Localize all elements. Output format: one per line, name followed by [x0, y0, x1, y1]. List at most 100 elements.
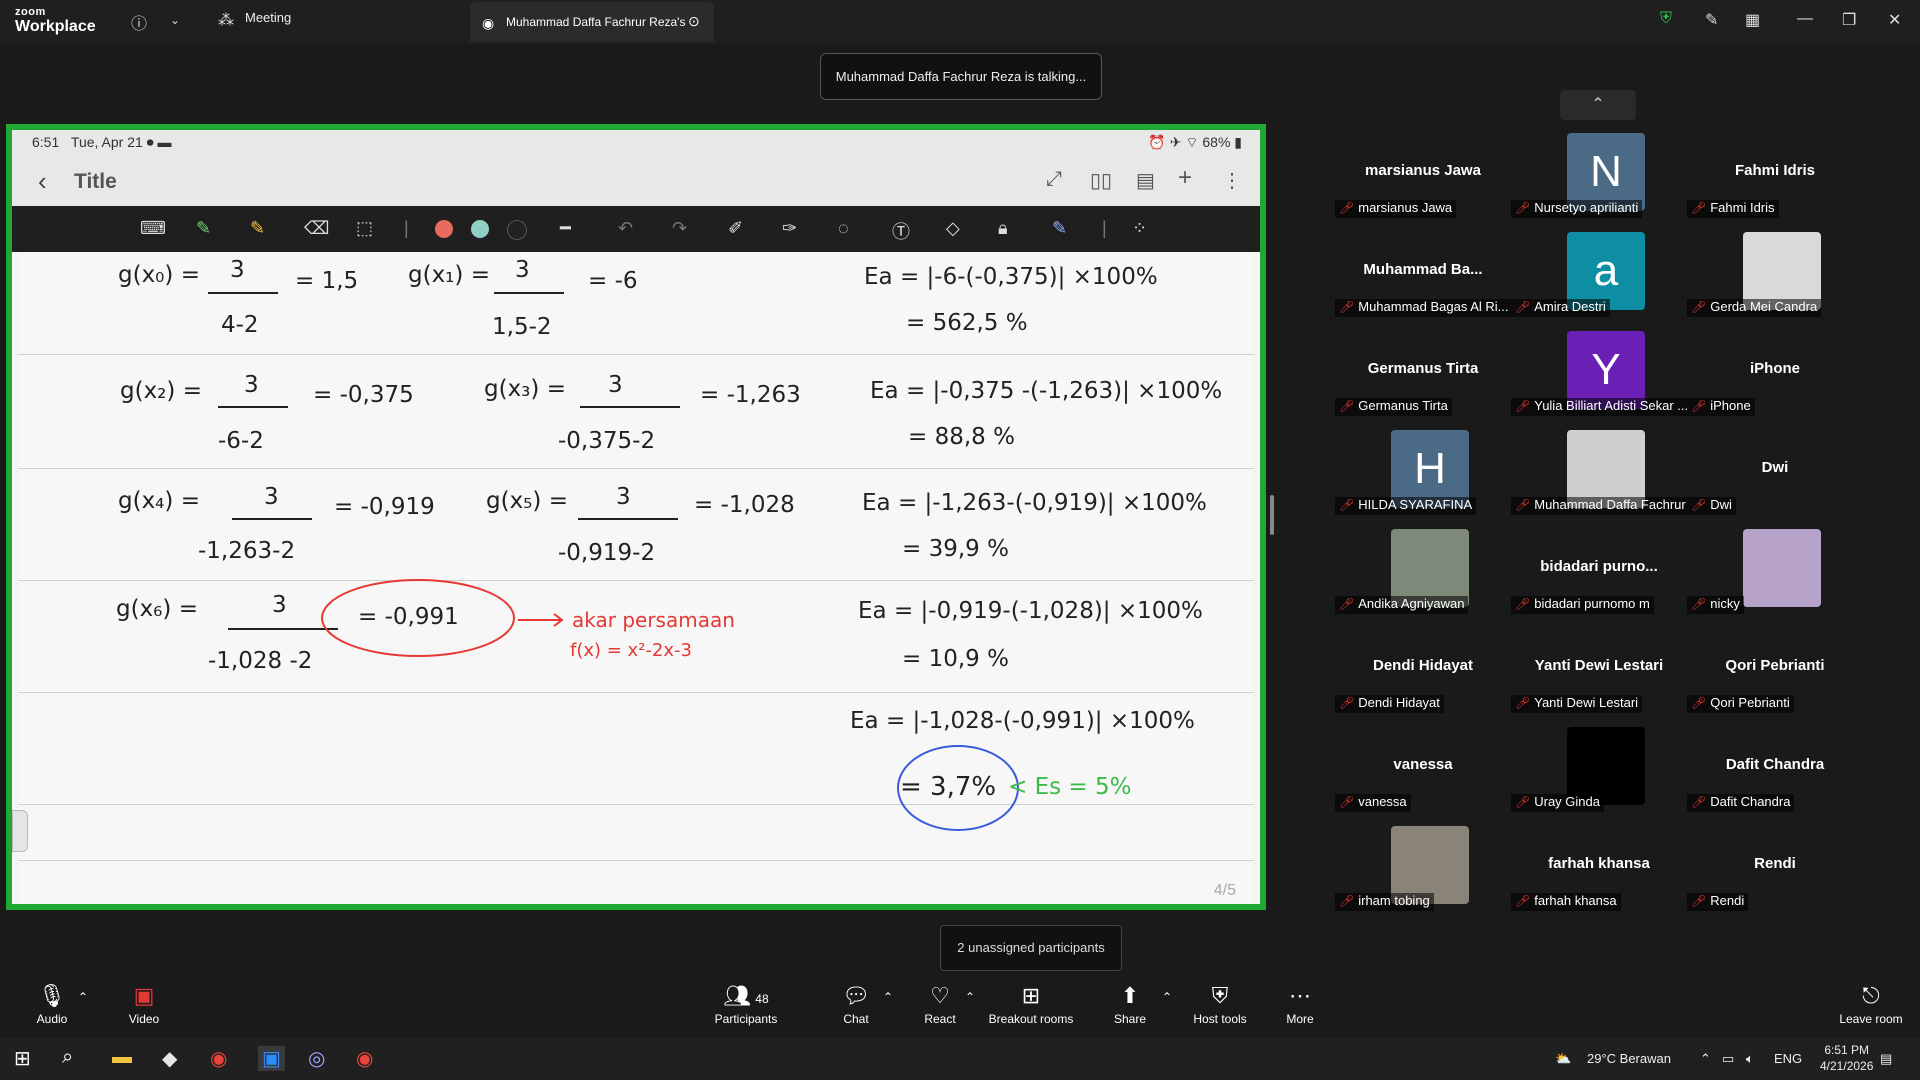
meeting-tab[interactable]: Meeting — [245, 10, 291, 25]
restore-icon[interactable]: ❐ — [1842, 10, 1856, 30]
chrome-profile-icon[interactable]: ◉ — [356, 1046, 373, 1071]
more-button[interactable]: ⋯ More — [1280, 980, 1320, 1026]
pen-settings-icon[interactable]: ✐ — [728, 218, 743, 239]
participant-tile[interactable]: 🎤︎ irham tobing — [1335, 818, 1511, 917]
shape-pen-icon[interactable]: ✑ — [782, 218, 797, 239]
participants-button[interactable]: 👥︎ 48 Participants — [712, 980, 780, 1026]
participant-tile[interactable]: Dafit Chandra 🎤︎ Dafit Chandra — [1687, 719, 1863, 818]
leave-room-button[interactable]: ⎋ Leave room — [1838, 980, 1904, 1026]
text-icon[interactable]: Ⓣ — [892, 218, 910, 244]
start-icon[interactable]: ⊞ — [14, 1046, 31, 1071]
highlighter-icon[interactable]: ✎ — [250, 218, 265, 239]
undo-icon[interactable]: ↶ — [618, 218, 633, 239]
participant-tile[interactable]: 🎤︎ Uray Ginda — [1511, 719, 1687, 818]
chat-button[interactable]: 💬︎ Chat — [836, 980, 876, 1026]
note-canvas[interactable]: g(x₀) = 3 4-2 = 1,5 g(x₁) = 3 1,5-2 = -6… — [18, 252, 1254, 904]
minimize-icon[interactable]: — — [1797, 10, 1813, 28]
ruled-line — [18, 692, 1254, 693]
language-indicator[interactable]: ENG — [1774, 1051, 1802, 1066]
color-black[interactable] — [507, 220, 527, 240]
color-red[interactable] — [435, 220, 453, 238]
participant-display-name: Dafit Chandra — [1725, 756, 1825, 773]
book-icon[interactable]: ▯▯ — [1090, 168, 1112, 193]
math-text: g(x₁) = — [408, 262, 490, 288]
info-icon[interactable]: ⓘ — [131, 10, 147, 34]
participant-tile[interactable]: Dendi Hidayat 🎤︎ Dendi Hidayat — [1335, 620, 1511, 719]
shield-icon[interactable]: ⛨ — [1660, 10, 1672, 28]
close-icon[interactable]: ✕ — [1888, 10, 1901, 30]
clock[interactable]: 6:51 PM 4/21/2026 — [1820, 1042, 1873, 1074]
breakout-rooms-button[interactable]: ⊞ Breakout rooms — [986, 980, 1076, 1026]
annotate-icon[interactable]: ✎ — [1705, 10, 1718, 30]
search-icon[interactable]: ⌕ — [62, 1046, 73, 1069]
add-icon[interactable]: + — [1178, 164, 1192, 192]
volume-icon[interactable]: 🔈︎ — [1746, 1051, 1754, 1067]
layout-icon[interactable]: ▦ — [1745, 10, 1760, 30]
network-icon[interactable]: ▭ — [1722, 1051, 1734, 1067]
app-icon[interactable]: ◆ — [162, 1046, 177, 1071]
participant-tile[interactable]: Yanti Dewi Lestari 🎤︎ Yanti Dewi Lestari — [1511, 620, 1687, 719]
participant-tile[interactable]: marsianus Jawa 🎤︎ marsianus Jawa — [1335, 125, 1511, 224]
video-button[interactable]: ▣ Video — [120, 980, 168, 1026]
participant-tile[interactable]: farhah khansa 🎤︎ farhah khansa — [1511, 818, 1687, 917]
color-teal[interactable] — [471, 220, 489, 238]
participant-tile[interactable]: iPhone 🎤︎ iPhone — [1687, 323, 1863, 422]
panel-splitter[interactable] — [1270, 495, 1274, 535]
participant-tile[interactable]: Y 🎤︎ Yulia Billiart Adisti Sekar ... — [1511, 323, 1687, 422]
mic-muted-icon: 🎤︎ — [1515, 300, 1531, 314]
pen-mode-icon[interactable]: ✎ — [1052, 218, 1067, 239]
side-handle[interactable] — [12, 810, 28, 852]
more-options-icon[interactable]: ⊙ — [688, 13, 700, 30]
participant-tile[interactable]: vanessa 🎤︎ vanessa — [1335, 719, 1511, 818]
participant-tile[interactable]: Germanus Tirta 🎤︎ Germanus Tirta — [1335, 323, 1511, 422]
participant-tile[interactable]: Muhammad Ba... 🎤︎ Muhammad Bagas Al Ri... — [1335, 224, 1511, 323]
fill-icon[interactable]: ◌ — [838, 218, 849, 239]
notification-icon[interactable]: ▤ — [1880, 1051, 1892, 1067]
camera-app-icon[interactable]: ◎ — [308, 1046, 325, 1071]
lock-icon[interactable]: 🔒︎ — [998, 218, 1008, 239]
participant-tile[interactable]: Dwi 🎤︎ Dwi — [1687, 422, 1863, 521]
eraser-icon[interactable]: ⌫ — [304, 218, 329, 239]
expand-icon[interactable]: ⤢ — [1046, 168, 1062, 191]
react-options-icon[interactable]: ⌃ — [965, 990, 975, 1004]
lasso-icon[interactable]: ⬚ — [356, 218, 373, 239]
note-title[interactable]: Title — [74, 170, 117, 194]
audio-button[interactable]: 🎙︎ Audio — [28, 980, 76, 1026]
chevron-down-icon[interactable]: ⌄ — [170, 13, 180, 27]
participant-tile[interactable]: 🎤︎ Gerda Mei Candra — [1687, 224, 1863, 323]
participant-tile[interactable]: Fahmi Idris 🎤︎ Fahmi Idris — [1687, 125, 1863, 224]
tray-overflow-icon[interactable]: ⌃ — [1700, 1051, 1711, 1067]
unassigned-participants[interactable]: 2 unassigned participants — [940, 925, 1122, 971]
file-explorer-icon[interactable]: ▬ — [112, 1046, 132, 1069]
scroll-up-button[interactable]: ⌃ — [1560, 90, 1636, 120]
participant-tile[interactable]: 🎤︎ Muhammad Daffa Fachrur ... — [1511, 422, 1687, 521]
weather-text[interactable]: 29°C Berawan — [1587, 1051, 1671, 1066]
more-vert-icon[interactable]: ⋮ — [1222, 168, 1242, 193]
zoom-taskbar-icon[interactable]: ▣ — [258, 1046, 285, 1071]
page-icon[interactable]: ▤ — [1136, 168, 1155, 193]
shapes-icon[interactable]: ◇ — [946, 218, 960, 239]
participant-tile[interactable]: 🎤︎ Andika Agniyawan — [1335, 521, 1511, 620]
pen-icon[interactable]: ✎ — [196, 218, 211, 239]
back-icon[interactable]: ‹ — [38, 166, 47, 197]
share-button[interactable]: ⬆ Share — [1110, 980, 1150, 1026]
apps-icon[interactable]: ⁘ — [1132, 218, 1147, 239]
participant-tile[interactable]: N 🎤︎ Nursetyo aprilianti — [1511, 125, 1687, 224]
share-tab[interactable]: ◉ Muhammad Daffa Fachrur Reza's ⊙ — [470, 2, 714, 42]
participant-tile[interactable]: 🎤︎ nicky — [1687, 521, 1863, 620]
participant-tile[interactable]: Qori Pebrianti 🎤︎ Qori Pebrianti — [1687, 620, 1863, 719]
participant-tile[interactable]: bidadari purno... 🎤︎ bidadari purnomo m — [1511, 521, 1687, 620]
share-options-icon[interactable]: ⌃ — [1162, 990, 1172, 1004]
participant-tile[interactable]: H 🎤︎ HILDA SYARAFINA — [1335, 422, 1511, 521]
react-button[interactable]: ♡ React — [920, 980, 960, 1026]
stroke-width-icon[interactable]: ━ — [560, 218, 571, 239]
redo-icon[interactable]: ↷ — [672, 218, 687, 239]
audio-options-icon[interactable]: ⌃ — [78, 990, 88, 1004]
participant-tile[interactable]: a 🎤︎ Amira Destri — [1511, 224, 1687, 323]
math-text: g(x₂) = — [120, 378, 202, 404]
host-tools-button[interactable]: ⛨ Host tools — [1190, 980, 1250, 1026]
participant-tile[interactable]: Rendi 🎤︎ Rendi — [1687, 818, 1863, 917]
keyboard-icon[interactable]: ⌨ — [140, 218, 166, 239]
chat-options-icon[interactable]: ⌃ — [883, 990, 893, 1004]
chrome-icon[interactable]: ◉ — [210, 1046, 227, 1071]
